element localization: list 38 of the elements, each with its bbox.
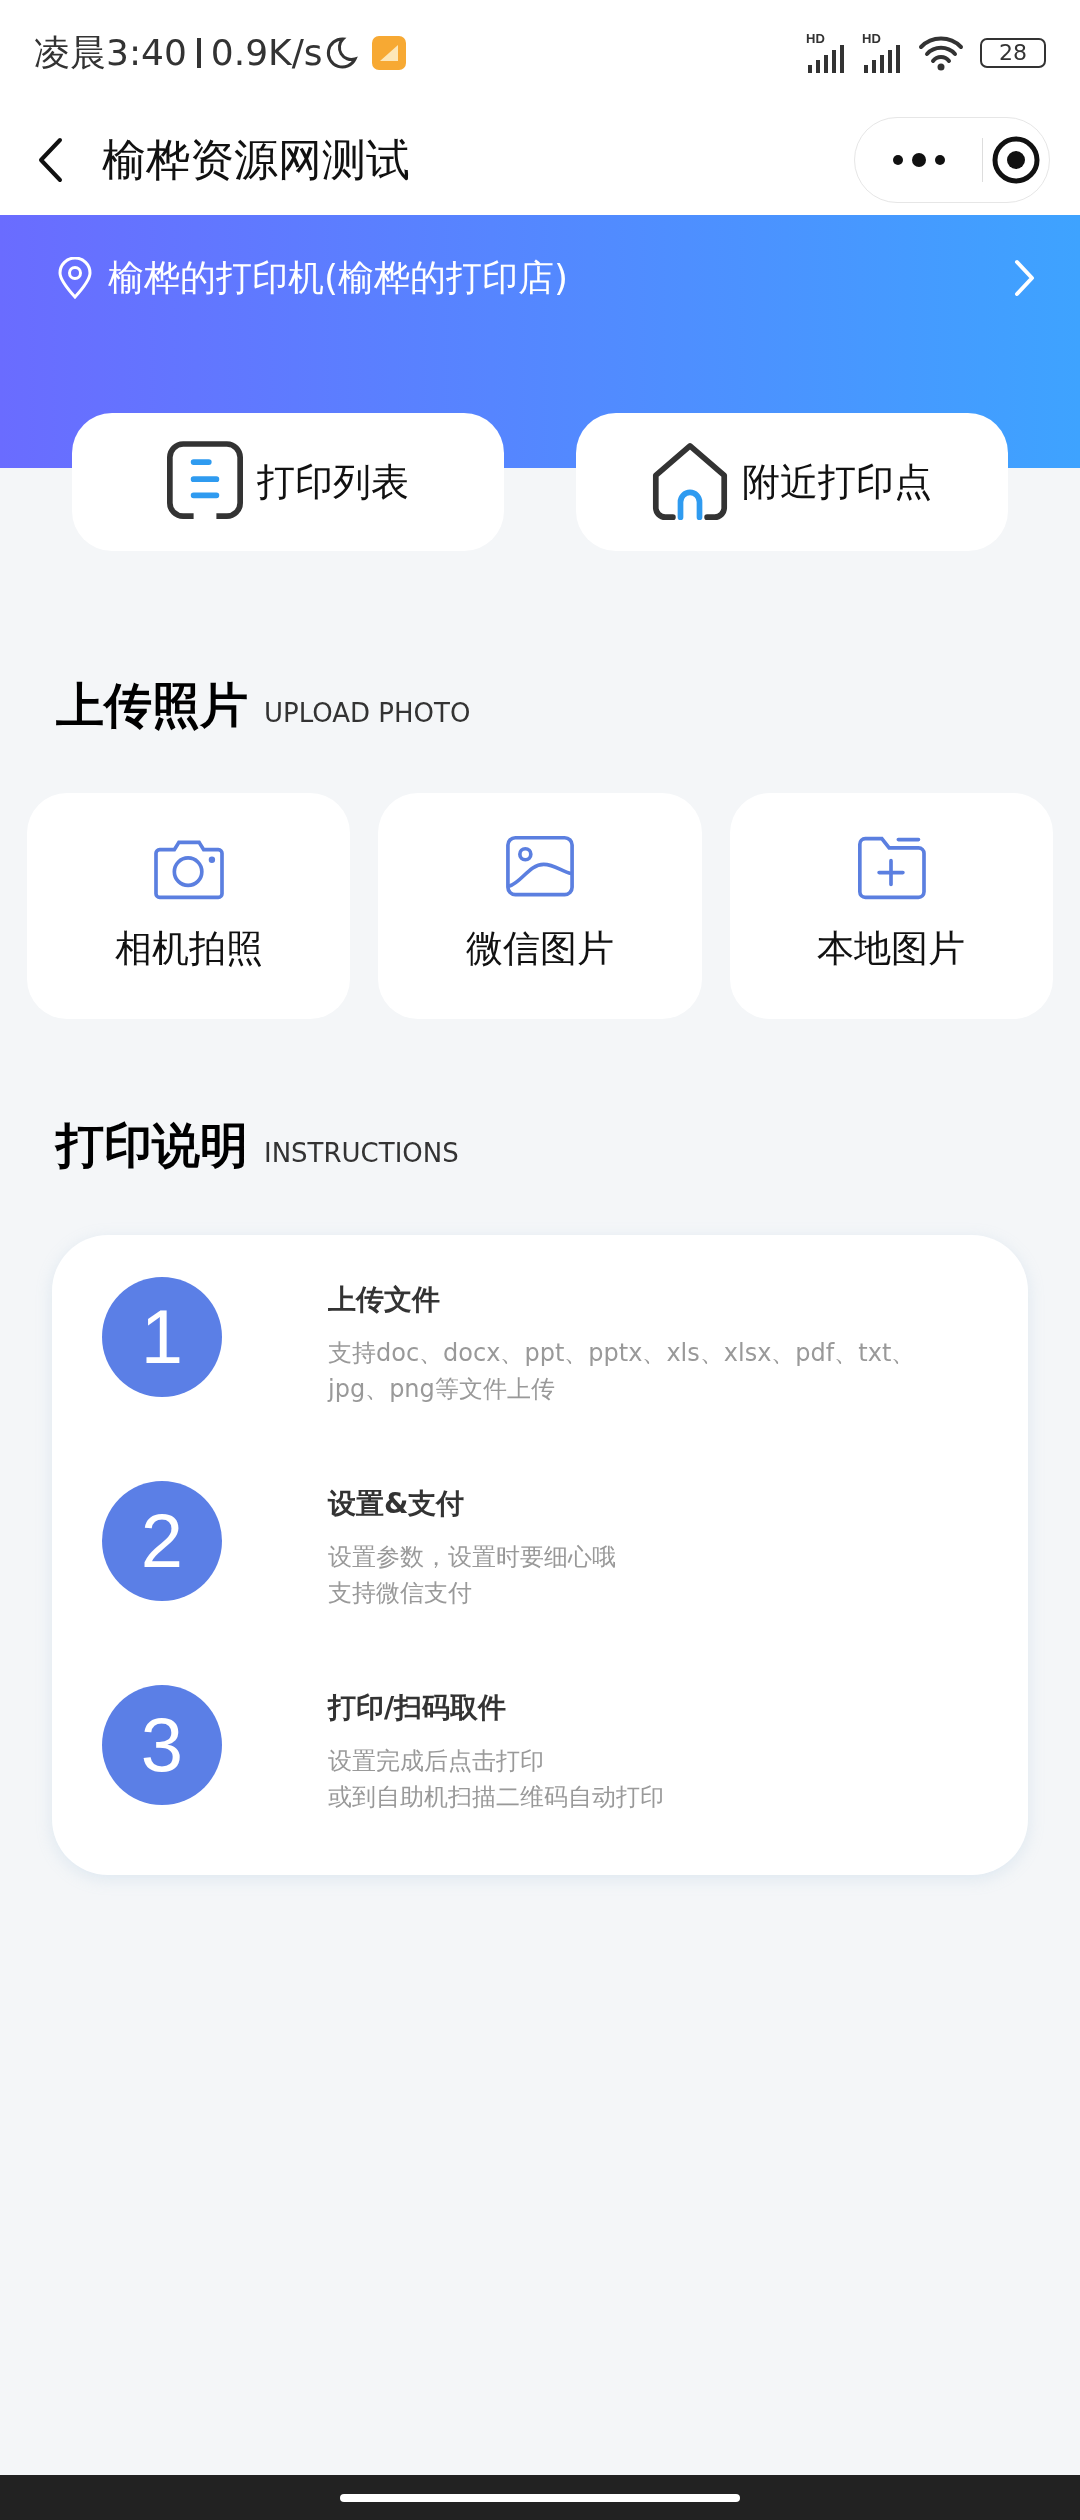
step-title: 上传文件 xyxy=(328,1282,441,1318)
page-title: 榆桦资源网测试 xyxy=(102,133,410,187)
battery-level: 28 xyxy=(999,39,1027,67)
section-title: 打印说明 xyxy=(56,1116,248,1175)
folder-plus-icon xyxy=(855,835,928,902)
network-type-label: HD xyxy=(806,32,826,45)
step-number: 2 xyxy=(102,1481,222,1601)
step-title: 打印/扫码取件 xyxy=(328,1690,508,1726)
quick-action-button[interactable]: 打印列表 xyxy=(72,413,504,551)
upload-option-button[interactable]: 相机拍照 xyxy=(27,793,351,1019)
target-icon xyxy=(991,135,1041,185)
more-icon xyxy=(891,152,946,168)
step-number: 3 xyxy=(102,1685,222,1805)
step-description: 支持微信支付 xyxy=(328,1578,473,1609)
signal-icon xyxy=(806,45,846,73)
chevron-right-icon xyxy=(1014,259,1036,297)
wifi-icon xyxy=(918,34,964,71)
upload-option-button[interactable]: 本地图片 xyxy=(729,793,1053,1019)
quick-action-button[interactable]: 附近打印点 xyxy=(576,413,1008,551)
step-description: 或到自助机扫描二维码自动打印 xyxy=(328,1782,664,1813)
section-title: 上传照片 xyxy=(56,676,248,735)
section-subtitle: UPLOAD PHOTO xyxy=(264,697,471,730)
step-number: 1 xyxy=(102,1277,222,1397)
upload-option-button[interactable]: 微信图片 xyxy=(378,793,702,1019)
step-title: 设置&支付 xyxy=(328,1486,466,1522)
network-type-label: HD xyxy=(862,32,882,45)
status-time: 凌晨3:40 xyxy=(34,30,187,75)
step-description: 支持doc、docx、ppt、pptx、xls、xlsx、pdf、txt、 xyxy=(328,1338,916,1369)
location-link[interactable]: 榆桦的打印机(榆桦的打印店) xyxy=(108,251,569,305)
step-description: jpg、png等文件上传 xyxy=(328,1374,556,1405)
home-indicator[interactable] xyxy=(340,2493,740,2502)
location-pin-icon xyxy=(56,257,94,299)
step-description: 设置完成后点击打印 xyxy=(328,1746,545,1777)
network-speed: 0.9K/s xyxy=(210,30,323,75)
step-description: 设置参数，设置时要细心哦 xyxy=(328,1542,616,1573)
app-notification-icon xyxy=(370,34,407,71)
signal-icon xyxy=(862,45,902,73)
section-subtitle: INSTRUCTIONS xyxy=(264,1137,459,1170)
